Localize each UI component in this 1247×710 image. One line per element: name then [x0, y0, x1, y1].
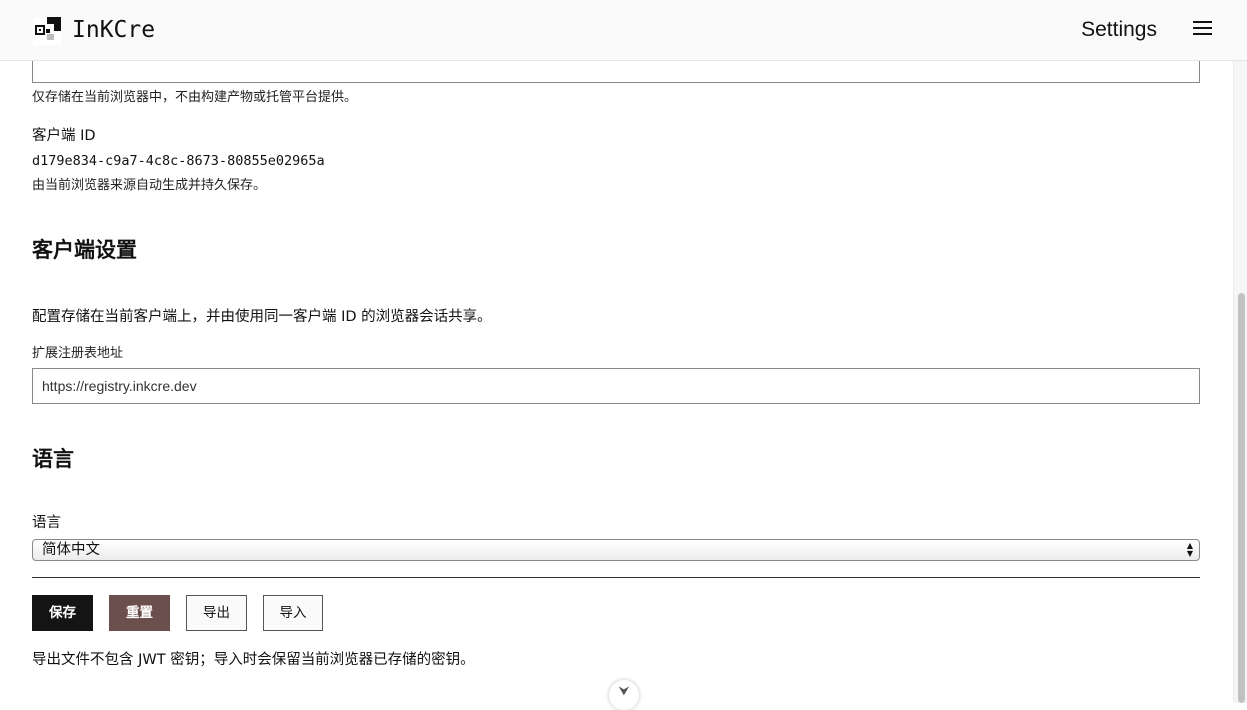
hamburger-menu-icon[interactable]	[1193, 21, 1212, 38]
menu-bar	[1193, 27, 1212, 29]
jwt-secret-input[interactable]: ········	[32, 61, 1200, 83]
scrollbar-thumb[interactable]	[1238, 293, 1245, 703]
actions-divider	[32, 577, 1200, 578]
language-select[interactable]: 简体中文 ▲ ▼	[32, 539, 1200, 561]
menu-bar	[1193, 21, 1212, 23]
language-heading: 语言	[32, 447, 74, 471]
logo-icon[interactable]	[33, 17, 61, 45]
jwt-masked-value: ········	[41, 61, 97, 67]
app-header: InKCre Settings	[0, 0, 1247, 61]
save-button[interactable]: 保存	[32, 595, 93, 631]
client-id-label: 客户端 ID	[32, 128, 96, 144]
scrollbar[interactable]	[1233, 61, 1247, 703]
import-button[interactable]: 导入	[263, 595, 323, 631]
export-note: 导出文件不包含 JWT 密钥；导入时会保留当前浏览器已存储的密钥。	[32, 652, 475, 668]
export-button[interactable]: 导出	[186, 595, 247, 631]
select-arrows-icon: ▲ ▼	[1186, 541, 1193, 558]
reset-button[interactable]: 重置	[109, 595, 170, 631]
settings-content: ········ 仅存储在当前浏览器中，不由构建产物或托管平台提供。 客户端 I…	[32, 61, 1200, 703]
registry-url-input[interactable]	[32, 368, 1200, 404]
language-selected-value: 简体中文	[42, 542, 100, 558]
client-id-value: d179e834-c9a7-4c8c-8673-80855e02965a	[32, 153, 325, 169]
app-brand[interactable]: InKCre	[72, 15, 155, 45]
registry-url-label: 扩展注册表地址	[32, 346, 124, 361]
client-id-hint: 由当前浏览器来源自动生成并持久保存。	[32, 178, 267, 193]
menu-bar	[1193, 33, 1212, 35]
chevron-down-icon: ⮟	[618, 684, 630, 699]
scroll-down-button[interactable]: ⮟	[609, 680, 639, 710]
client-settings-heading: 客户端设置	[32, 238, 137, 262]
nav-settings-link[interactable]: Settings	[1081, 16, 1157, 44]
language-label: 语言	[32, 515, 61, 531]
jwt-hint: 仅存储在当前浏览器中，不由构建产物或托管平台提供。	[32, 90, 358, 105]
client-settings-description: 配置存储在当前客户端上，并由使用同一客户端 ID 的浏览器会话共享。	[32, 309, 492, 325]
